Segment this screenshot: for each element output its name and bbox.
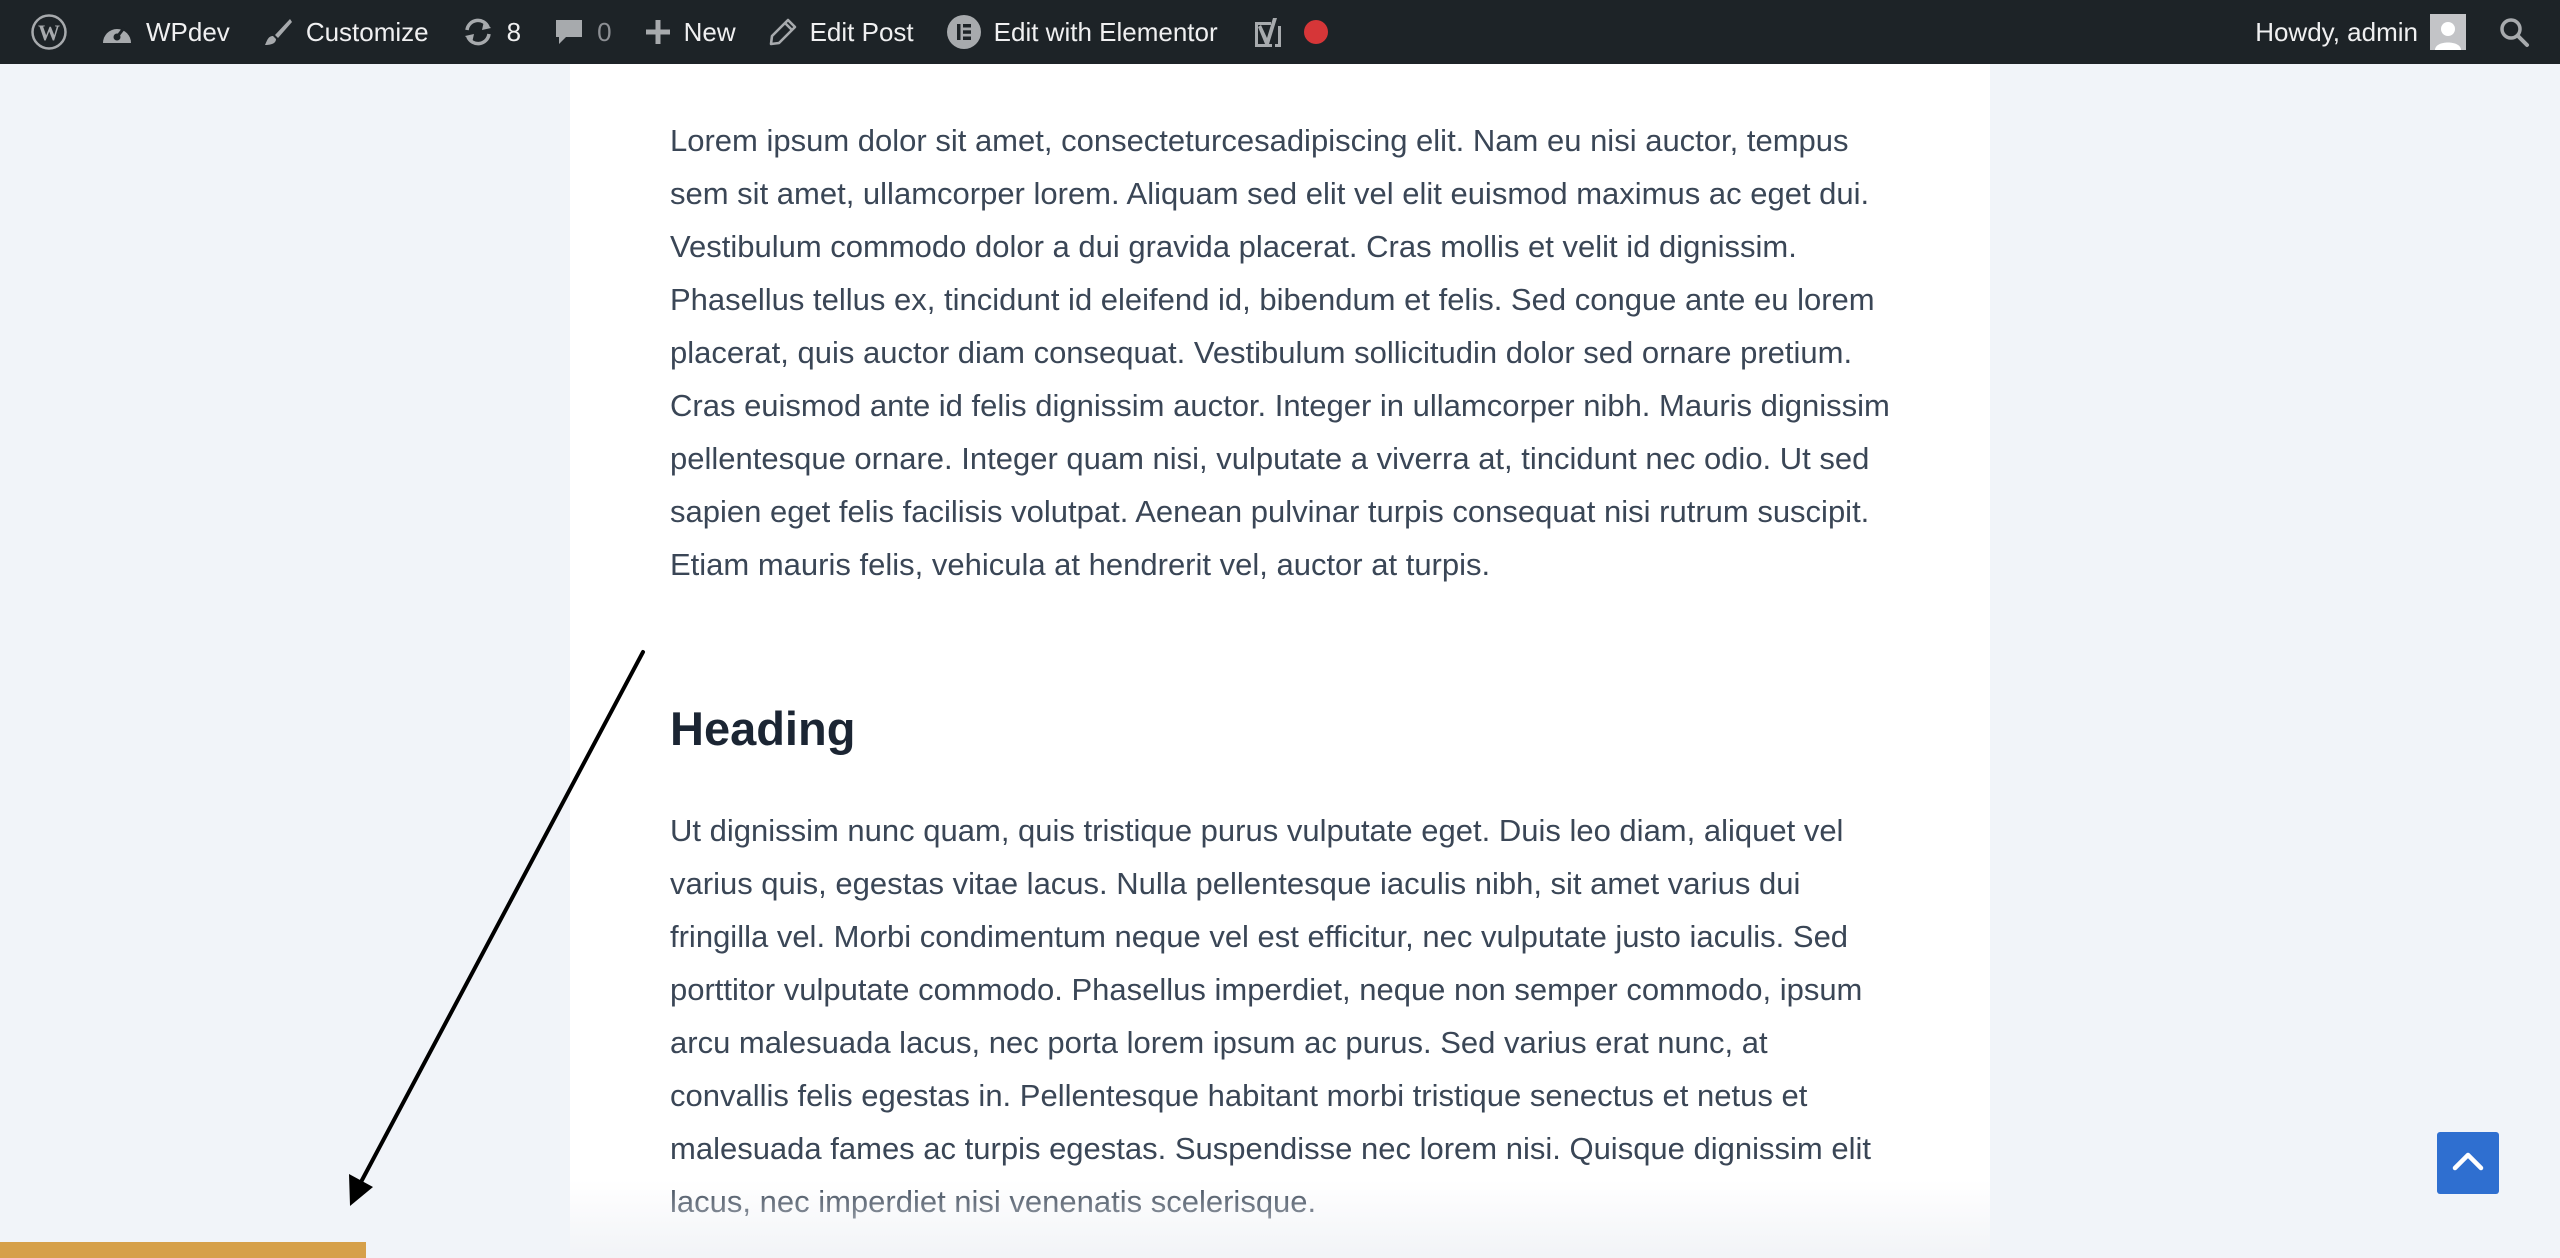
new-content-menu[interactable]: New: [628, 0, 752, 64]
reading-progress-bar: [0, 1242, 2560, 1258]
admin-bar-left: W WPdev Customize 8 0 New Edit Post Edit…: [14, 0, 1344, 64]
updates-count: 8: [506, 16, 522, 47]
updates-link[interactable]: 8: [445, 0, 537, 64]
refresh-icon: [461, 15, 495, 49]
howdy-label: Howdy, admin: [2255, 16, 2418, 47]
edit-post-link[interactable]: Edit Post: [752, 0, 930, 64]
site-name-label: WPdev: [146, 16, 230, 47]
elementor-icon: [946, 14, 982, 50]
dashboard-gauge-icon: [100, 17, 134, 47]
avatar-silhouette-icon: [2435, 22, 2461, 50]
wp-logo-menu[interactable]: W: [14, 0, 84, 64]
edit-with-elementor-link[interactable]: Edit with Elementor: [930, 0, 1234, 64]
comments-link[interactable]: 0: [537, 0, 627, 64]
recording-indicator: [1303, 20, 1328, 44]
search-icon: [2498, 16, 2530, 48]
customize-link[interactable]: Customize: [246, 0, 445, 64]
chevron-up-icon: [2451, 1150, 2485, 1177]
post-paragraph-1: Lorem ipsum dolor sit amet, consecteturc…: [670, 123, 1890, 582]
new-label: New: [683, 16, 736, 47]
comments-count: 0: [597, 16, 612, 47]
wordpress-logo-icon: W: [30, 13, 68, 51]
admin-bar-right: Howdy, admin: [2239, 0, 2546, 64]
post-heading: Heading: [670, 702, 856, 755]
comment-bubble-icon: [553, 16, 585, 48]
customize-label: Customize: [305, 16, 429, 47]
admin-bar: W WPdev Customize 8 0 New Edit Post Edit…: [0, 0, 2560, 64]
yoast-icon: [1250, 14, 1286, 50]
post-paragraph-2: Ut dignissim nunc quam, quis tristique p…: [670, 813, 1871, 1219]
avatar: [2430, 14, 2466, 50]
paintbrush-icon: [262, 16, 294, 48]
scroll-to-top-button[interactable]: [2437, 1132, 2499, 1194]
edit-post-label: Edit Post: [809, 16, 914, 47]
post-content: Lorem ipsum dolor sit amet, consecteturc…: [570, 64, 1990, 1258]
annotation-arrow-head: [349, 1174, 373, 1206]
edit-with-elementor-label: Edit with Elementor: [993, 16, 1218, 47]
yoast-seo-menu[interactable]: [1234, 0, 1344, 64]
reading-progress-fill: [0, 1242, 367, 1258]
plus-icon: [644, 18, 672, 46]
admin-bar-search[interactable]: [2482, 0, 2546, 64]
site-name-menu[interactable]: WPdev: [84, 0, 246, 64]
pencil-icon: [768, 17, 798, 47]
my-account-menu[interactable]: Howdy, admin: [2239, 0, 2482, 64]
svg-text:W: W: [38, 20, 60, 45]
